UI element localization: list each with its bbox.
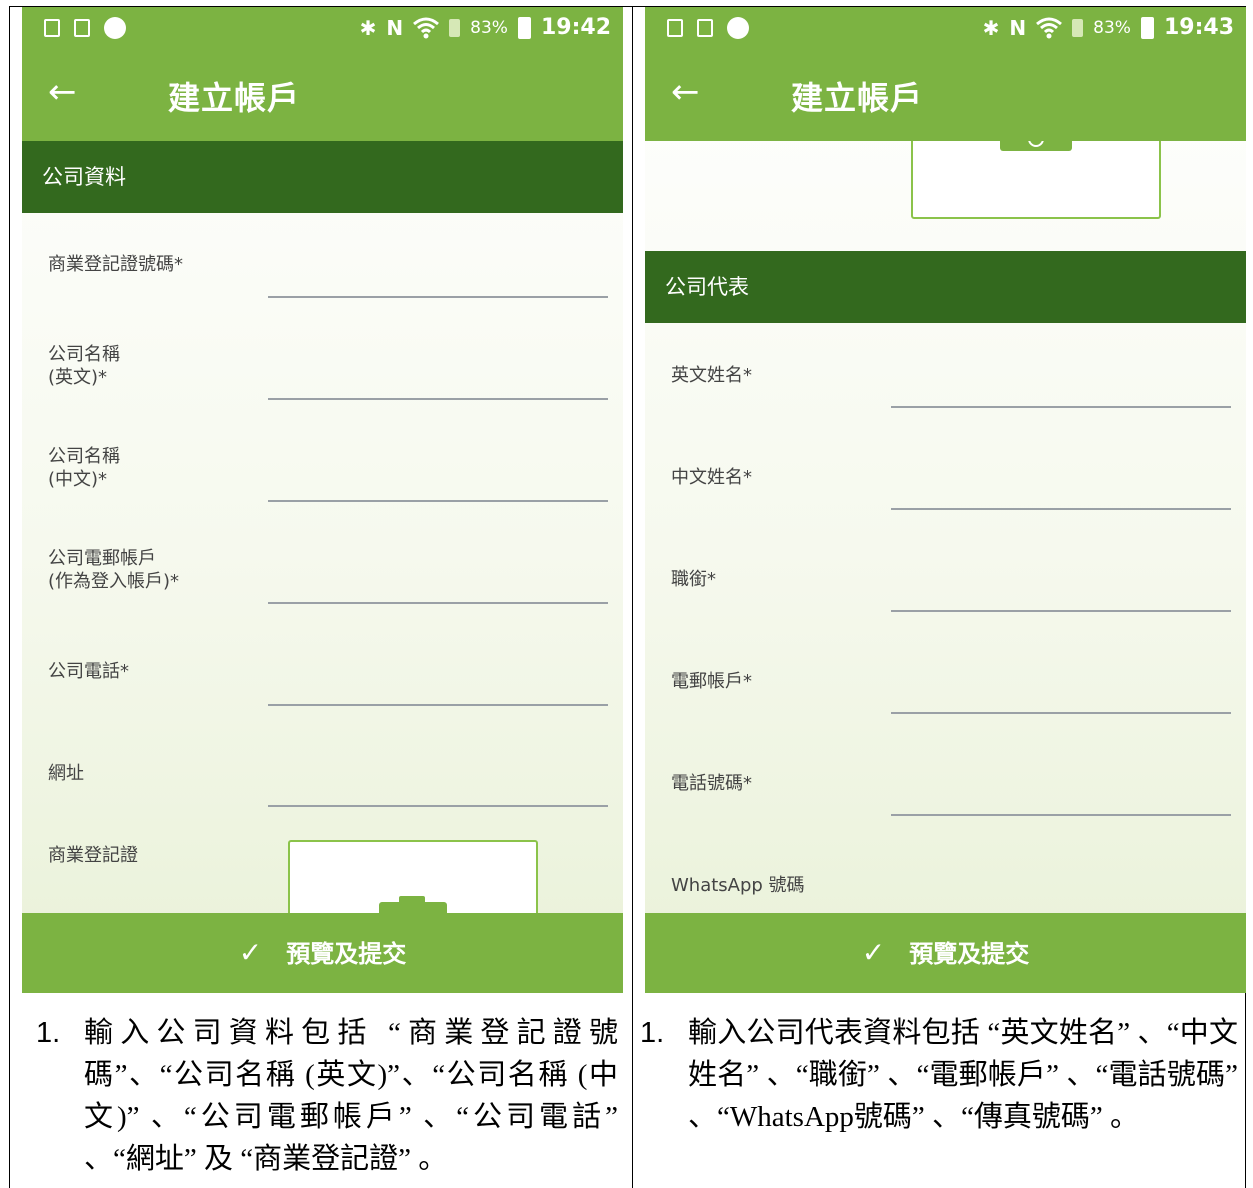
english-name-field[interactable]: 英文姓名* bbox=[671, 364, 1231, 444]
record-notification-icon bbox=[727, 17, 749, 39]
back-arrow-icon[interactable]: ← bbox=[671, 75, 700, 109]
clock: 19:43 bbox=[1163, 15, 1234, 40]
left-phone-screen: ✱ N 83% 19:42 ← 建立帳戶 公司資料 商業登記證號碼* 公司名稱 … bbox=[22, 7, 623, 993]
field-label: 電話號碼* bbox=[671, 773, 752, 794]
chinese-name-input[interactable] bbox=[891, 508, 1231, 510]
preview-submit-label: 預覽及提交 bbox=[286, 940, 407, 968]
field-label: 英文姓名* bbox=[671, 365, 752, 386]
status-bar: ✱ N 83% 19:42 bbox=[22, 7, 623, 49]
table-left-border bbox=[9, 6, 10, 1188]
company-email-input[interactable] bbox=[268, 602, 608, 604]
caption-text: 輸入公司資料包括 “商業登記證號碼”、“公司名稱 (英文)”、“公司名稱 (中文… bbox=[84, 1017, 618, 1175]
chinese-name-field[interactable]: 中文姓名* bbox=[671, 466, 1231, 546]
caption-number: 1. bbox=[640, 1017, 665, 1049]
check-icon: ✓ bbox=[861, 936, 886, 969]
field-label: 公司名稱 (英文)* bbox=[48, 344, 120, 388]
website-input[interactable] bbox=[268, 805, 608, 807]
br-number-field[interactable]: 商業登記證號碼* bbox=[48, 253, 608, 333]
battery-icon bbox=[1140, 16, 1154, 39]
wifi-icon bbox=[413, 17, 440, 38]
preview-submit-button[interactable]: ✓ 預覽及提交 bbox=[645, 913, 1246, 993]
table-middle-border bbox=[632, 6, 633, 1188]
wifi-icon bbox=[1036, 17, 1063, 38]
back-arrow-icon[interactable]: ← bbox=[48, 75, 77, 109]
preview-submit-button[interactable]: ✓ 預覽及提交 bbox=[22, 913, 623, 993]
field-label: 公司名稱 (中文)* bbox=[48, 446, 120, 490]
bluetooth-icon: ✱ bbox=[982, 15, 1000, 40]
field-label: 電郵帳戶* bbox=[671, 671, 752, 692]
job-title-field[interactable]: 職銜* bbox=[671, 568, 1231, 648]
company-email-field[interactable]: 公司電郵帳戶 (作為登入帳戶)* bbox=[48, 547, 608, 627]
clock: 19:42 bbox=[540, 15, 611, 40]
battery-percent: 83% bbox=[1093, 17, 1131, 38]
phone-number-input[interactable] bbox=[891, 814, 1231, 816]
english-name-input[interactable] bbox=[891, 406, 1231, 408]
company-phone-input[interactable] bbox=[268, 704, 608, 706]
field-label: 商業登記證 bbox=[48, 845, 138, 866]
warning-battery-icon bbox=[1072, 18, 1084, 37]
app-bar: ← 建立帳戶 bbox=[22, 49, 623, 141]
page-title: 建立帳戶 bbox=[168, 79, 301, 117]
image-notification-icon bbox=[697, 19, 713, 37]
company-name-en-field[interactable]: 公司名稱 (英文)* bbox=[48, 343, 608, 423]
page-title: 建立帳戶 bbox=[791, 79, 924, 117]
company-name-en-input[interactable] bbox=[268, 398, 608, 400]
section-header-company-info: 公司資料 bbox=[22, 141, 623, 213]
company-name-zh-input[interactable] bbox=[268, 500, 608, 502]
field-label: 網址 bbox=[48, 763, 84, 784]
image-notification-icon bbox=[74, 19, 90, 37]
check-icon: ✓ bbox=[238, 936, 263, 969]
job-title-input[interactable] bbox=[891, 610, 1231, 612]
app-bar: ← 建立帳戶 bbox=[645, 49, 1246, 141]
status-bar: ✱ N 83% 19:43 bbox=[645, 7, 1246, 49]
br-number-input[interactable] bbox=[268, 296, 608, 298]
email-field[interactable]: 電郵帳戶* bbox=[671, 670, 1231, 750]
download-notification-icon bbox=[44, 19, 60, 37]
warning-battery-icon bbox=[449, 18, 461, 37]
nfc-icon: N bbox=[1009, 15, 1027, 40]
caption-text: 輸入公司代表資料包括 “英文姓名” 、“中文姓名” 、“職銜” 、“電郵帳戶” … bbox=[688, 1017, 1238, 1133]
field-label: 職銜* bbox=[671, 569, 716, 590]
field-label: 公司電郵帳戶 (作為登入帳戶)* bbox=[48, 548, 180, 592]
caption-number: 1. bbox=[36, 1017, 61, 1049]
preview-submit-label: 預覽及提交 bbox=[909, 940, 1030, 968]
phone-number-field[interactable]: 電話號碼* bbox=[671, 772, 1231, 852]
email-input[interactable] bbox=[891, 712, 1231, 714]
download-notification-icon bbox=[667, 19, 683, 37]
battery-percent: 83% bbox=[470, 17, 508, 38]
field-label: 中文姓名* bbox=[671, 467, 752, 488]
record-notification-icon bbox=[104, 17, 126, 39]
company-phone-field[interactable]: 公司電話* bbox=[48, 660, 608, 740]
field-label: 公司電話* bbox=[48, 661, 129, 682]
right-phone-screen: ✱ N 83% 19:43 ← 建立帳戶 公司代表 英文姓名* 中文姓名* 職銜… bbox=[645, 7, 1246, 993]
section-header-representative: 公司代表 bbox=[645, 251, 1246, 323]
field-label: WhatsApp 號碼 bbox=[671, 875, 805, 896]
website-field[interactable]: 網址 bbox=[48, 762, 608, 842]
nfc-icon: N bbox=[386, 15, 404, 40]
company-name-zh-field[interactable]: 公司名稱 (中文)* bbox=[48, 445, 608, 525]
battery-icon bbox=[517, 16, 531, 39]
field-label: 商業登記證號碼* bbox=[48, 254, 183, 275]
bluetooth-icon: ✱ bbox=[359, 15, 377, 40]
